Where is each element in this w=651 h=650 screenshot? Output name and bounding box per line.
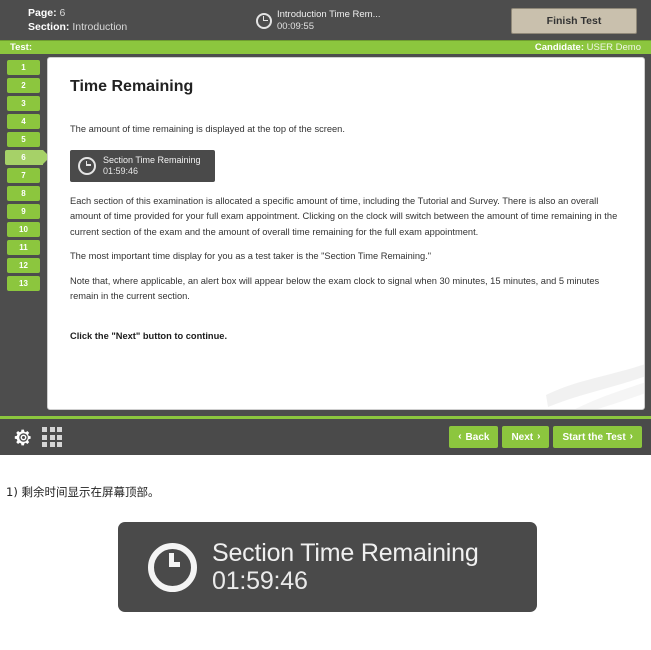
sidebar-item-13[interactable]: 13 [7, 276, 40, 291]
clock-icon [78, 156, 96, 175]
section-value: Introduction [72, 21, 128, 33]
exam-clock[interactable]: Introduction Time Rem... 00:09:55 [256, 9, 380, 32]
next-button-label: Next [511, 431, 534, 443]
exam-clock-label: Introduction Time Rem... [277, 9, 381, 20]
section-label: Section: [28, 21, 70, 33]
exam-application-window: Page: 6 Section: Introduction Introducti… [0, 0, 651, 455]
exam-clock-time: 00:09:55 [277, 20, 314, 32]
clock-icon [148, 542, 197, 592]
content-inner: Time Remaining The amount of time remain… [48, 58, 644, 344]
exam-footer-toolbar: ‹ Back Next › Start the Test › [0, 416, 651, 455]
section-time-label: Section Time Remaining [103, 154, 201, 165]
sidebar-item-label: 8 [21, 189, 26, 198]
sidebar-item-label: 11 [19, 243, 28, 252]
start-button-label: Start the Test [562, 431, 626, 443]
sidebar-item-1[interactable]: 1 [7, 60, 40, 75]
figure-label: Section Time Remaining [212, 538, 479, 567]
paragraph-3: Note that, where applicable, an alert bo… [70, 275, 600, 302]
back-button-label: Back [465, 431, 490, 443]
sidebar-item-9[interactable]: 9 [7, 204, 40, 219]
footer-navigation-buttons: ‹ Back Next › Start the Test › [449, 426, 642, 448]
intro-paragraph: The amount of time remaining is displaye… [70, 124, 345, 134]
sidebar-item-label: 5 [21, 135, 26, 144]
sidebar-item-label: 6 [21, 153, 26, 162]
exam-header: Page: 6 Section: Introduction Introducti… [0, 0, 651, 40]
candidate-name-group: Candidate: USER Demo [535, 42, 641, 53]
sidebar-item-6[interactable]: 6 [4, 150, 50, 165]
paragraph-1: Each section of this examination is allo… [70, 195, 618, 237]
sidebar-item-label: 10 [19, 225, 28, 234]
section-info-row: Section: Introduction [28, 20, 127, 34]
clock-icon [256, 12, 272, 29]
test-name-group: Test: [10, 42, 32, 53]
page-label: Page: [28, 7, 57, 19]
chevron-left-icon: ‹ [458, 431, 462, 442]
figure-text: Section Time Remaining 01:59:46 [212, 539, 479, 596]
test-label: Test: [10, 42, 32, 53]
sidebar-item-10[interactable]: 10 [7, 222, 40, 237]
exam-clock-text: Introduction Time Rem... 00:09:55 [277, 9, 380, 32]
call-to-action: Click the "Next" button to continue. [70, 330, 228, 341]
candidate-label: Candidate: [534, 42, 584, 53]
sidebar-item-2[interactable]: 2 [7, 78, 40, 93]
next-button[interactable]: Next › [502, 426, 550, 448]
page-section-info: Page: 6 Section: Introduction [0, 6, 127, 34]
footer-tool-icons [0, 427, 62, 447]
gear-icon[interactable] [14, 428, 33, 447]
sidebar-item-label: 9 [21, 207, 26, 216]
content-panel: Time Remaining The amount of time remain… [47, 57, 645, 410]
section-time-value: 01:59:46 [103, 165, 139, 176]
chevron-right-icon: › [629, 431, 633, 442]
page-value: 6 [59, 7, 66, 19]
sidebar-item-label: 1 [21, 63, 26, 72]
sidebar-item-label: 2 [21, 81, 26, 90]
brand-watermark [546, 364, 644, 409]
page-title: Time Remaining [70, 78, 194, 95]
sidebar-item-7[interactable]: 7 [7, 168, 40, 183]
page-info-row: Page: 6 [28, 6, 127, 20]
annotation-caption: 1) 剩余时间显示在屏幕顶部。 [6, 485, 160, 499]
sidebar-item-label: 12 [19, 261, 28, 270]
sidebar-item-12[interactable]: 12 [7, 258, 40, 273]
sidebar-item-label: 3 [21, 99, 26, 108]
paragraph-2: The most important time display for you … [70, 251, 432, 261]
annotation-figure-wrap: Section Time Remaining 01:59:46 [0, 500, 651, 612]
sidebar-item-label: 13 [19, 279, 28, 288]
figure-time: 01:59:46 [212, 566, 308, 595]
section-time-text: Section Time Remaining 01:59:46 [103, 155, 201, 177]
sidebar-item-label: 7 [21, 171, 26, 180]
back-button[interactable]: ‹ Back [449, 426, 499, 448]
sidebar-item-4[interactable]: 4 [7, 114, 40, 129]
exam-body: 1 2 3 4 5 6 7 8 9 10 11 12 13 Time Remaining The amo… [0, 54, 651, 416]
sidebar-item-8[interactable]: 8 [7, 186, 40, 201]
grid-icon[interactable] [42, 427, 62, 447]
section-time-remaining-widget[interactable]: Section Time Remaining 01:59:46 [70, 149, 215, 182]
section-time-remaining-figure: Section Time Remaining 01:59:46 [118, 522, 537, 612]
candidate-value: USER Demo [586, 42, 641, 53]
sidebar-item-label: 4 [21, 117, 26, 126]
start-the-test-button[interactable]: Start the Test › [553, 426, 642, 448]
sidebar-item-5[interactable]: 5 [7, 132, 40, 147]
finish-test-button[interactable]: Finish Test [511, 8, 637, 34]
question-navigator-sidebar: 1 2 3 4 5 6 7 8 9 10 11 12 13 [0, 54, 50, 291]
chevron-right-icon: › [537, 431, 541, 442]
sidebar-item-11[interactable]: 11 [7, 240, 40, 255]
candidate-bar: Test: Candidate: USER Demo [0, 40, 651, 54]
sidebar-item-3[interactable]: 3 [7, 96, 40, 111]
